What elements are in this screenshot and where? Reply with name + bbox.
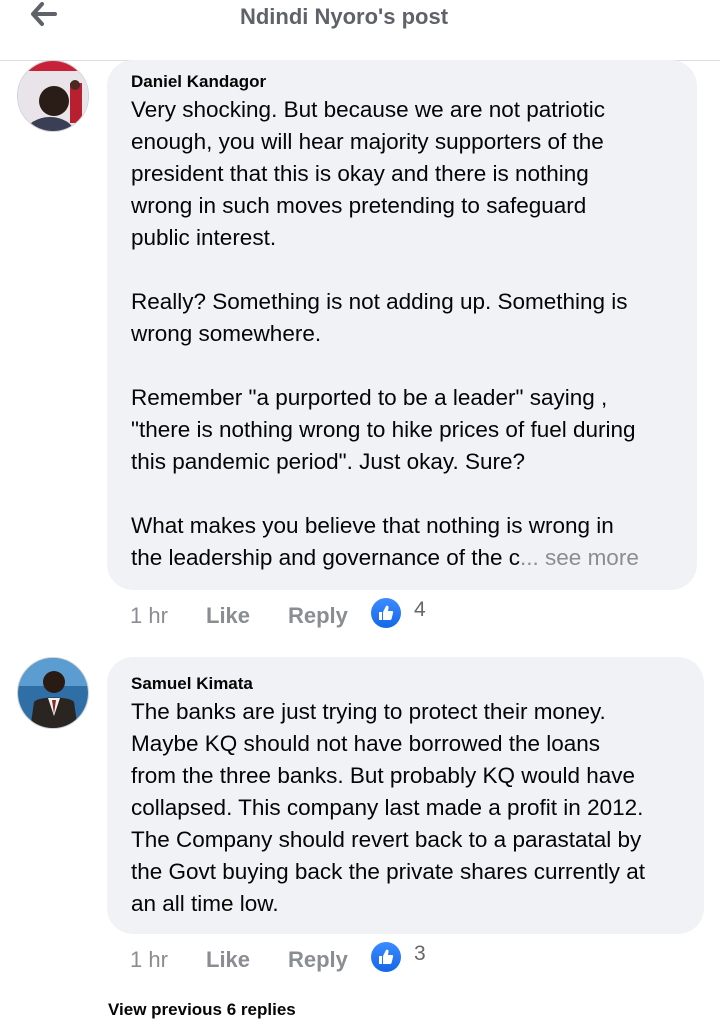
avatar[interactable] xyxy=(17,60,89,132)
comment-text-body: Very shocking. But because we are not pa… xyxy=(131,97,636,570)
comment-text: The banks are just trying to protect the… xyxy=(131,699,646,916)
reply-button[interactable]: Reply xyxy=(288,947,348,973)
reaction-count: 4 xyxy=(414,598,426,621)
page-title: Ndindi Nyoro's post xyxy=(239,4,449,29)
comment-author[interactable]: Samuel Kimata xyxy=(131,674,253,694)
comment-text: Very shocking. But because we are not pa… xyxy=(131,94,681,574)
comment-bubble: Daniel Kandagor Very shocking. But becau… xyxy=(107,60,697,590)
user-photo-icon xyxy=(18,61,88,131)
post-header: Ndindi Nyoro's post xyxy=(0,0,720,61)
comment-time: 1 hr xyxy=(130,603,168,628)
reply-button[interactable]: Reply xyxy=(288,603,348,629)
comment-actions: 1 hr Like Reply 3 xyxy=(130,942,530,978)
like-button[interactable]: Like xyxy=(206,603,250,629)
thumbs-up-icon[interactable] xyxy=(371,598,401,628)
comment-bubble: Samuel Kimata The banks are just trying … xyxy=(107,657,704,934)
like-button[interactable]: Like xyxy=(206,947,250,973)
avatar[interactable] xyxy=(17,657,89,729)
thumbs-up-icon[interactable] xyxy=(371,942,401,972)
comment-actions: 1 hr Like Reply 4 xyxy=(130,598,530,634)
comment-author[interactable]: Daniel Kandagor xyxy=(131,72,266,92)
reaction-count: 3 xyxy=(414,942,426,965)
see-more-link[interactable]: ... see more xyxy=(520,545,639,570)
user-photo-icon xyxy=(18,658,88,728)
comment-time: 1 hr xyxy=(130,947,168,972)
view-previous-replies-link[interactable]: View previous 6 replies xyxy=(108,1000,296,1020)
